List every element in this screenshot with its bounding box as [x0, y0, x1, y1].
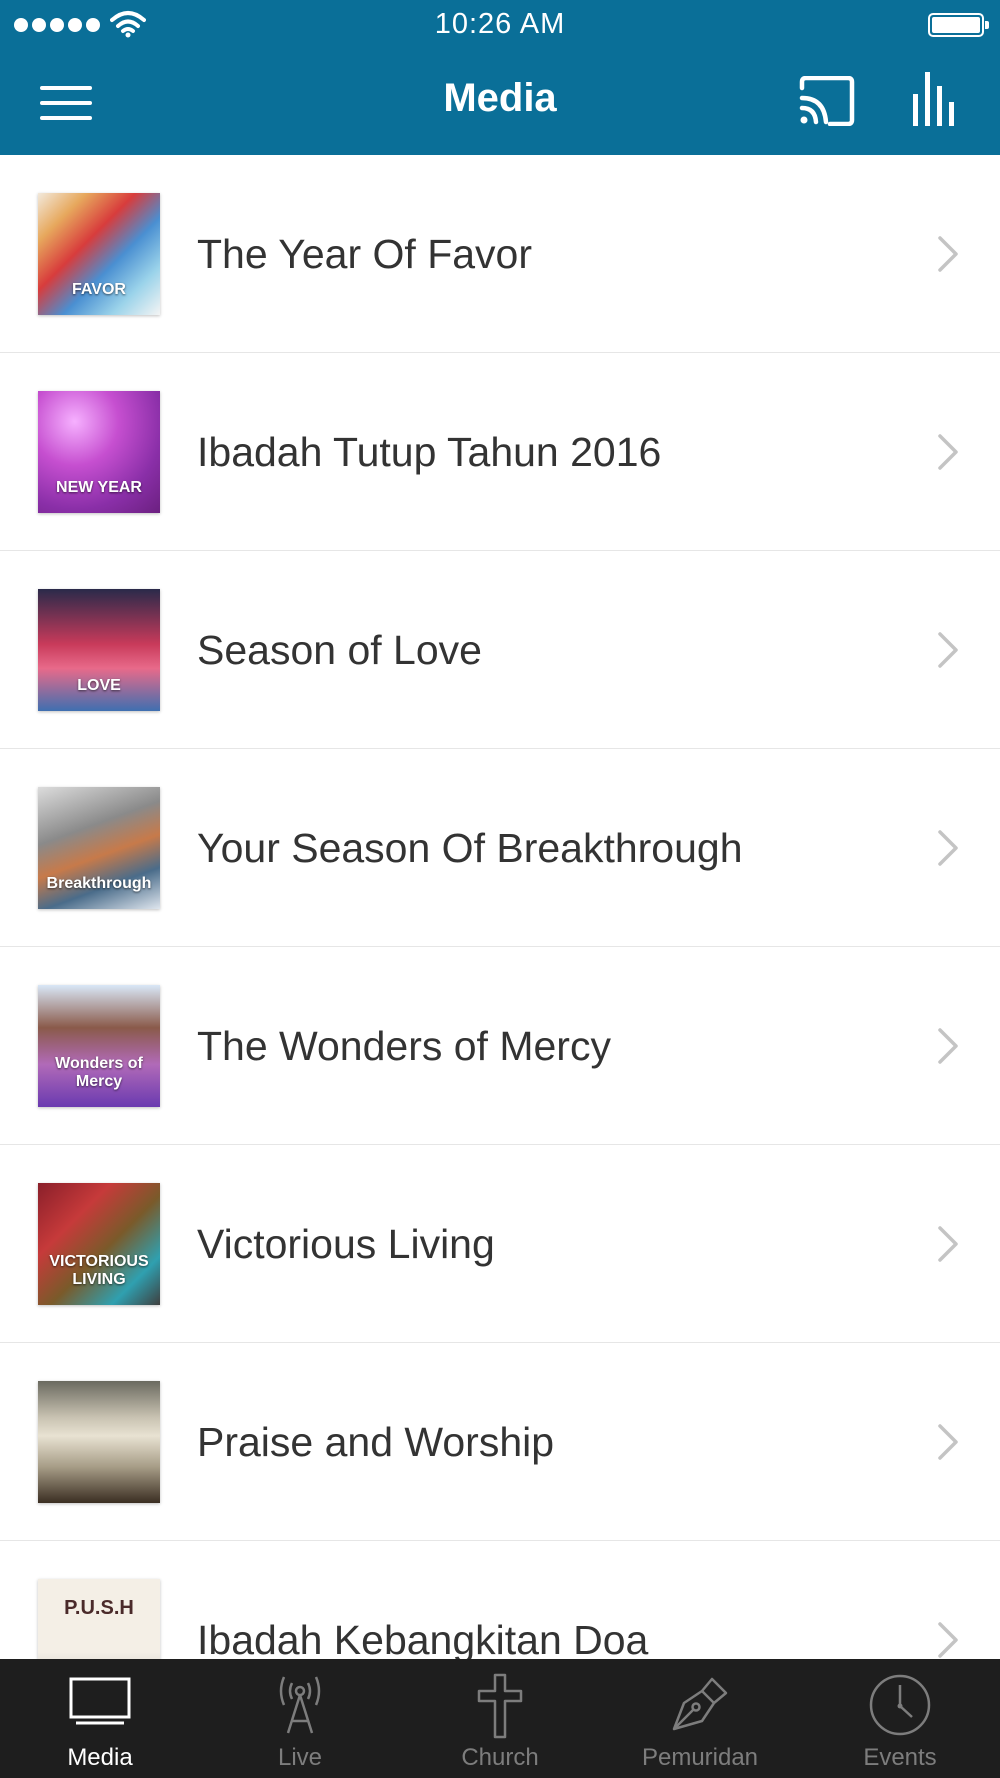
tv-icon: [69, 1677, 131, 1725]
list-item[interactable]: Praise and Worship: [0, 1343, 1000, 1541]
tab-live[interactable]: Live: [200, 1659, 400, 1778]
tab-label: Events: [863, 1744, 937, 1771]
list-item[interactable]: NEW YEAR Ibadah Tutup Tahun 2016: [0, 353, 1000, 551]
media-title: Ibadah Tutup Tahun 2016: [197, 429, 662, 475]
equalizer-icon[interactable]: [910, 72, 960, 126]
media-title: The Year Of Favor: [197, 231, 533, 277]
thumbnail-image: Wonders of Mercy: [38, 985, 160, 1107]
list-item[interactable]: LOVE Season of Love: [0, 551, 1000, 749]
list-item[interactable]: FAVOR The Year Of Favor: [0, 155, 1000, 353]
top-bar: 10:26 AM Media: [0, 0, 1000, 155]
media-title: Your Season Of Breakthrough: [197, 825, 743, 871]
media-title: Victorious Living: [197, 1221, 495, 1267]
chevron-right-icon: [938, 830, 958, 866]
status-time: 10:26 AM: [434, 8, 566, 40]
tab-label: Live: [277, 1744, 323, 1771]
tab-label: Pemuridan: [641, 1744, 759, 1771]
list-item[interactable]: Breakthrough Your Season Of Breakthrough: [0, 749, 1000, 947]
tab-label: Church: [461, 1744, 539, 1771]
cast-icon[interactable]: [798, 76, 856, 126]
thumbnail-image: FAVOR: [38, 193, 160, 315]
tab-bar: Media Live Church Pemuridan Events: [0, 1659, 1000, 1778]
list-item[interactable]: P.U.S.H Ibadah Kebangkitan Doa: [0, 1541, 1000, 1659]
media-title: Praise and Worship: [197, 1419, 555, 1465]
navigation-bar: Media: [0, 50, 1000, 155]
media-list: FAVOR The Year Of Favor NEW YEAR Ibadah …: [0, 155, 1000, 1659]
list-item[interactable]: VICTORIOUS LIVING Victorious Living: [0, 1145, 1000, 1343]
clock-icon: [869, 1674, 931, 1736]
media-title: The Wonders of Mercy: [197, 1023, 611, 1069]
battery-icon: [928, 13, 989, 37]
chevron-right-icon: [938, 1622, 958, 1658]
pen-nib-icon: [672, 1677, 728, 1731]
media-title: Ibadah Kebangkitan Doa: [197, 1617, 649, 1659]
thumbnail-image: VICTORIOUS LIVING: [38, 1183, 160, 1305]
thumbnail-image: [38, 1381, 160, 1503]
chevron-right-icon: [938, 236, 958, 272]
chevron-right-icon: [938, 1226, 958, 1262]
media-title: Season of Love: [197, 627, 482, 673]
chevron-right-icon: [938, 434, 958, 470]
thumbnail-image: NEW YEAR: [38, 391, 160, 513]
cross-icon: [477, 1673, 523, 1739]
list-item[interactable]: Wonders of Mercy The Wonders of Mercy: [0, 947, 1000, 1145]
thumbnail-image: P.U.S.H: [38, 1579, 160, 1659]
chevron-right-icon: [938, 1028, 958, 1064]
tab-events[interactable]: Events: [800, 1659, 1000, 1778]
broadcast-tower-icon: [279, 1676, 321, 1734]
thumbnail-image: Breakthrough: [38, 787, 160, 909]
tab-media[interactable]: Media: [0, 1659, 200, 1778]
status-bar: 10:26 AM: [0, 0, 1000, 50]
thumbnail-image: LOVE: [38, 589, 160, 711]
tab-pemuridan[interactable]: Pemuridan: [600, 1659, 800, 1778]
tab-label: Media: [67, 1744, 133, 1771]
tab-church[interactable]: Church: [400, 1659, 600, 1778]
chevron-right-icon: [938, 1424, 958, 1460]
chevron-right-icon: [938, 632, 958, 668]
